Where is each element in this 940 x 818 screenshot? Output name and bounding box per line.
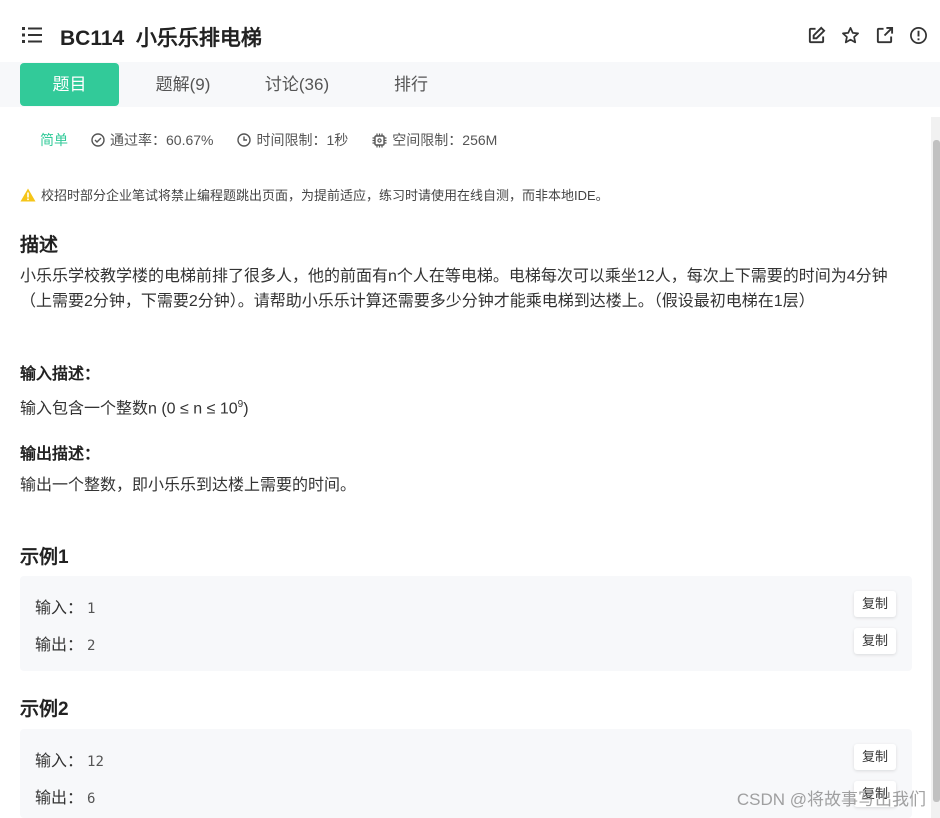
example-input-label: 输入： — [35, 600, 84, 617]
notice-banner: 校招时部分企业笔试将禁止编程题跳出页面，为提前适应，练习时请使用在线自测，而非本… — [20, 185, 609, 204]
example-input-value: 1 — [87, 601, 96, 617]
output-desc-text: 输出一个整数，即小乐乐到达楼上需要的时间。 — [20, 477, 357, 494]
output-desc-heading: 输出描述： — [20, 446, 101, 463]
example-output-value: 2 — [87, 638, 96, 654]
pass-rate: 通过率：60.67% — [91, 130, 213, 150]
example-1-title: 示例1 — [20, 547, 69, 568]
example-input-label: 输入： — [35, 753, 84, 770]
input-desc-heading: 输入描述： — [20, 366, 101, 383]
example-output-value: 6 — [87, 791, 96, 807]
example-2-input: 输入： 12 — [35, 747, 104, 771]
time-limit-text: 时间限制：1秒 — [256, 132, 349, 148]
input-desc-main: 输入包含一个整数n (0 ≤ n ≤ 10 — [20, 400, 238, 418]
space-limit: 空间限制：256M — [372, 130, 497, 150]
scrollbar-thumb[interactable] — [933, 140, 940, 802]
tab-solutions[interactable]: 题解(9) — [134, 63, 232, 106]
tab-bar: 题目 题解(9) 讨论(36) 排行 — [0, 62, 940, 107]
problem-header: BC114 小乐乐排电梯 — [0, 0, 940, 62]
example-1-output: 输出： 2 — [35, 631, 95, 655]
example-output-label: 输出： — [35, 790, 84, 807]
description-heading: 描述 — [20, 235, 59, 256]
warning-icon — [20, 188, 36, 201]
example-1-box: 输入： 1 复制 输出： 2 复制 — [20, 576, 912, 671]
header-actions — [807, 26, 928, 45]
input-desc-text: 输入包含一个整数n (0 ≤ n ≤ 109) — [20, 392, 910, 421]
clock-icon — [237, 133, 252, 147]
star-icon[interactable] — [841, 26, 860, 45]
example-input-value: 12 — [87, 754, 104, 770]
example-output-label: 输出： — [35, 637, 84, 654]
edit-icon[interactable] — [807, 26, 826, 45]
description-text: 小乐乐学校教学楼的电梯前排了很多人，他的前面有n个人在等电梯。电梯每次可以乘坐1… — [20, 268, 888, 310]
input-desc-end: ) — [243, 400, 249, 418]
info-icon[interactable] — [909, 26, 928, 45]
pass-rate-text: 通过率：60.67% — [110, 132, 214, 148]
example-1-input: 输入： 1 — [35, 594, 95, 618]
problem-meta: 简单 通过率：60.67% 时间限制：1秒 空间限制：256M — [20, 130, 521, 150]
check-circle-icon — [91, 133, 105, 147]
example-2-title: 示例2 — [20, 699, 69, 720]
tab-problem[interactable]: 题目 — [20, 63, 119, 106]
external-link-icon[interactable] — [875, 26, 894, 45]
tab-discussion[interactable]: 讨论(36) — [248, 63, 346, 106]
example-2-output: 输出： 6 — [35, 784, 95, 808]
tab-ranking[interactable]: 排行 — [362, 63, 460, 106]
copy-button[interactable]: 复制 — [854, 744, 896, 770]
watermark: CSDN @将故事写出我们 — [736, 790, 926, 809]
menu-list-icon[interactable] — [22, 26, 42, 44]
copy-button[interactable]: 复制 — [854, 591, 896, 617]
copy-button[interactable]: 复制 — [854, 628, 896, 654]
time-limit: 时间限制：1秒 — [237, 130, 348, 150]
difficulty-badge: 简单 — [40, 132, 68, 148]
space-limit-text: 空间限制：256M — [392, 132, 498, 148]
problem-title: BC114 小乐乐排电梯 — [60, 27, 262, 50]
chip-icon — [372, 133, 387, 147]
notice-text: 校招时部分企业笔试将禁止编程题跳出页面，为提前适应，练习时请使用在线自测，而非本… — [41, 188, 609, 203]
